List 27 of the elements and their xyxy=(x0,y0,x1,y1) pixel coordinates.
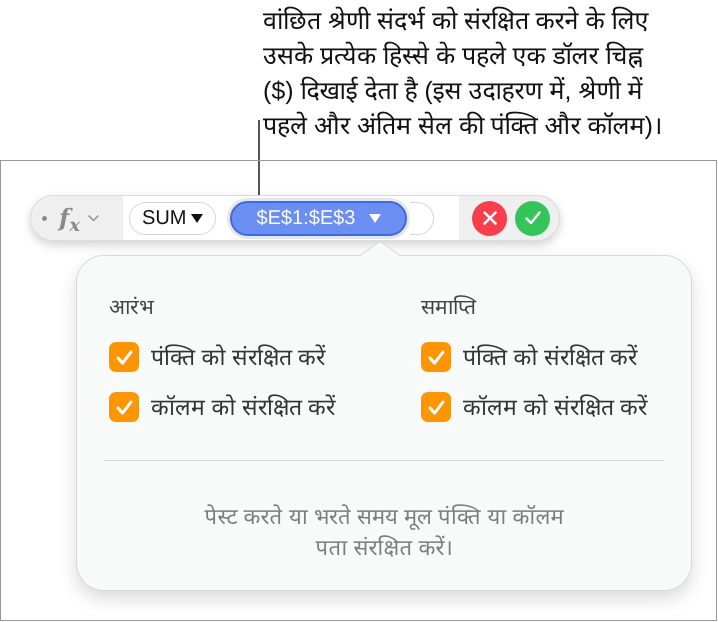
checkbox[interactable] xyxy=(109,342,139,372)
dot-icon xyxy=(42,216,47,220)
section-heading: समाप्ति xyxy=(421,294,476,321)
option-label: कॉलम को संरक्षित करें xyxy=(463,393,648,422)
callout-text: वांछित श्रेणी संदर्भ को संरक्षित करने के लिए उसके प्रत्येक हिस्से के पहले एक डॉलर चिह्न ($) दिखाई देता है (इस उदाहरण में, श्रेणी में पहले और अंतिम सेल की पंक्ति और कॉलम)। xyxy=(263,6,662,142)
function-menu-button[interactable]: f$_{x}$ xyxy=(59,206,100,230)
option-label: पंक्ति को संरक्षित करें xyxy=(151,343,326,372)
close-icon xyxy=(482,211,496,225)
checkmark-icon xyxy=(428,350,444,364)
checkmark-icon xyxy=(116,400,132,414)
checkbox[interactable] xyxy=(421,342,451,372)
chevron-down-icon xyxy=(88,214,100,222)
formula-token[interactable]: SUM xyxy=(129,202,216,234)
checkbox[interactable] xyxy=(109,392,139,422)
cancel-button[interactable] xyxy=(472,200,507,236)
empty-token[interactable] xyxy=(410,202,434,234)
option-label: कॉलम को संरक्षित करें xyxy=(151,393,336,422)
checkmark-icon xyxy=(428,400,444,414)
confirm-button[interactable] xyxy=(515,200,550,236)
checkbox[interactable] xyxy=(421,392,451,422)
description-text: पेस्ट करते या भरते समय मूल पंक्ति या कॉलम पता संरक्षित करें। xyxy=(204,503,564,562)
checkmark-icon xyxy=(116,350,132,364)
caret-icon xyxy=(369,214,382,222)
caret-icon xyxy=(191,214,204,222)
section-heading: आरंभ xyxy=(109,295,154,321)
option-label: पंक्ति को संरक्षित करें xyxy=(463,343,638,372)
checkmark-icon xyxy=(524,211,540,225)
